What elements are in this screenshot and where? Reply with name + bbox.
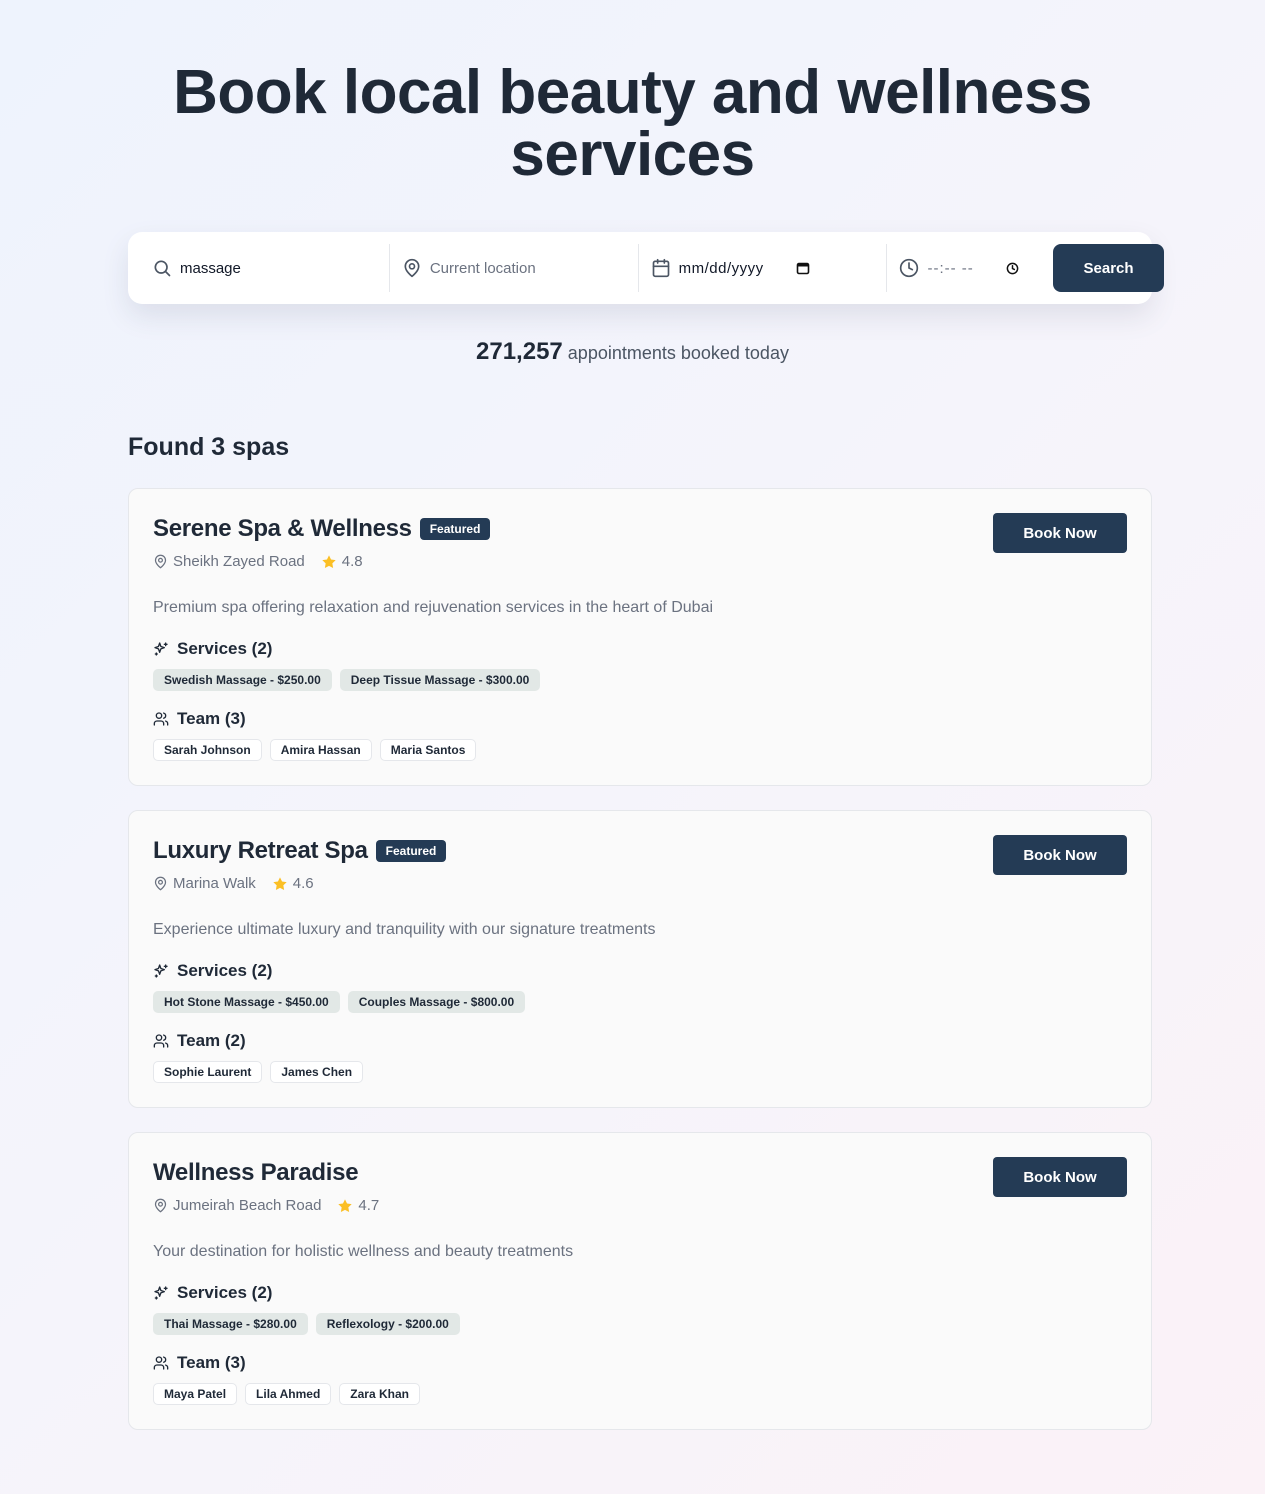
team-member-chip[interactable]: Sarah Johnson (153, 739, 262, 761)
sparkles-icon (153, 963, 169, 979)
spa-meta: Jumeirah Beach Road 4.7 (153, 1197, 379, 1214)
spa-name-row: Serene Spa & Wellness Featured (153, 515, 491, 543)
book-now-button[interactable]: Book Now (993, 513, 1127, 553)
date-picker-icon[interactable] (796, 261, 810, 275)
team-member-chip[interactable]: James Chen (270, 1061, 364, 1083)
service-chip[interactable]: Deep Tissue Massage - $300.00 (339, 669, 541, 691)
hero-title: Book local beauty and wellness services (173, 58, 1092, 189)
services-heading: Services (2) (153, 961, 272, 981)
services-list: Thai Massage - $280.00 Reflexology - $200… (153, 1313, 460, 1335)
search-icon (154, 260, 171, 277)
services-heading-label: Services (2) (177, 639, 273, 658)
service-chip[interactable]: Hot Stone Massage - $450.00 (153, 991, 340, 1013)
spa-meta: Sheikh Zayed Road 4.8 (153, 553, 363, 570)
services-list: Swedish Massage - $250.00 Deep Tissue Mas… (153, 669, 541, 691)
search-button[interactable]: Search (1053, 244, 1165, 292)
spa-name[interactable]: Serene Spa & Wellness (153, 515, 412, 543)
service-chip[interactable]: Swedish Massage - $250.00 (153, 669, 332, 691)
book-now-button[interactable]: Book Now (993, 835, 1127, 875)
team-member-chip[interactable]: Maria Santos (379, 739, 477, 761)
services-heading: Services (2) (153, 1283, 272, 1303)
spa-meta: Marina Walk 4.6 (153, 875, 314, 892)
date-field[interactable]: mm/dd/yyyy (639, 244, 888, 292)
spa-rating: 4.7 (358, 1197, 380, 1214)
services-list: Hot Stone Massage - $450.00 Couples Massa… (153, 991, 526, 1013)
calendar-icon (652, 258, 669, 278)
map-pin-icon (153, 876, 168, 891)
spa-card: Wellness Paradise Jumeirah Beach Road 4.7 Y… (128, 1132, 1152, 1430)
booking-count-label: appointments booked today (567, 343, 789, 363)
spa-location: Jumeirah Beach Road (173, 1197, 322, 1214)
team-member-chip[interactable]: Sophie Laurent (153, 1061, 263, 1083)
services-heading-label: Services (2) (177, 961, 273, 980)
featured-badge: Featured (419, 518, 491, 540)
team-heading-label: Team (2) (177, 1031, 246, 1050)
location-input[interactable]: Current location (430, 260, 536, 277)
spa-location: Marina Walk (173, 875, 256, 892)
map-pin-icon (153, 554, 168, 569)
date-input[interactable]: mm/dd/yyyy (679, 260, 764, 277)
sparkles-icon (153, 641, 169, 657)
location-field[interactable]: Current location (390, 244, 639, 292)
team-member-chip[interactable]: Lila Ahmed (245, 1383, 332, 1405)
team-heading: Team (2) (153, 1031, 246, 1051)
spa-description: Experience ultimate luxury and tranquili… (153, 921, 656, 938)
services-heading-label: Services (2) (177, 1283, 273, 1302)
spa-location: Sheikh Zayed Road (173, 553, 305, 570)
spa-card: Serene Spa & Wellness Featured Sheikh Zaye… (128, 488, 1152, 786)
team-heading-label: Team (3) (177, 709, 246, 728)
service-chip[interactable]: Thai Massage - $280.00 (153, 1313, 308, 1335)
service-chip[interactable]: Reflexology - $200.00 (315, 1313, 460, 1335)
spa-rating: 4.8 (341, 553, 363, 570)
spa-name[interactable]: Luxury Retreat Spa (153, 837, 368, 865)
users-icon (153, 711, 169, 727)
spa-name-row: Wellness Paradise (153, 1159, 359, 1187)
search-bar: massage Current location mm/dd/yyyy --:-… (128, 232, 1165, 304)
team-member-chip[interactable]: Zara Khan (339, 1383, 420, 1405)
team-heading-label: Team (3) (177, 1353, 246, 1372)
star-icon (321, 554, 337, 570)
team-heading: Team (3) (153, 1353, 246, 1373)
team-heading: Team (3) (153, 709, 246, 729)
search-query-field[interactable]: massage (140, 244, 390, 292)
search-query-input[interactable]: massage (180, 260, 241, 277)
booking-count: 271,257 (476, 338, 563, 365)
star-icon (337, 1198, 353, 1214)
team-member-chip[interactable]: Amira Hassan (269, 739, 372, 761)
spa-rating: 4.6 (292, 875, 314, 892)
users-icon (153, 1355, 169, 1371)
service-chip[interactable]: Couples Massage - $800.00 (347, 991, 526, 1013)
team-list: Sarah Johnson Amira Hassan Maria Santos (153, 739, 477, 761)
team-list: Maya Patel Lila Ahmed Zara Khan (153, 1383, 420, 1405)
users-icon (153, 1033, 169, 1049)
star-icon (272, 876, 288, 892)
results-heading: Found 3 spas (128, 433, 290, 461)
clock-icon (900, 258, 919, 278)
time-picker-icon[interactable] (1006, 262, 1019, 275)
spa-description: Your destination for holistic wellness a… (153, 1243, 574, 1260)
services-heading: Services (2) (153, 639, 272, 659)
team-member-chip[interactable]: Maya Patel (153, 1383, 238, 1405)
time-input[interactable]: --:-- -- (927, 260, 973, 277)
booking-stats: 271,257 appointments booked today (0, 338, 1265, 366)
sparkles-icon (153, 1285, 169, 1301)
map-pin-icon (404, 258, 420, 278)
spa-description: Premium spa offering relaxation and reju… (153, 599, 714, 616)
spa-name[interactable]: Wellness Paradise (153, 1159, 359, 1187)
featured-badge: Featured (375, 840, 447, 862)
map-pin-icon (153, 1198, 168, 1213)
spa-card: Luxury Retreat Spa Featured Marina Walk 4.6… (128, 810, 1152, 1108)
spa-name-row: Luxury Retreat Spa Featured (153, 837, 447, 865)
time-field[interactable]: --:-- -- (887, 244, 1039, 292)
team-list: Sophie Laurent James Chen (153, 1061, 364, 1083)
book-now-button[interactable]: Book Now (993, 1157, 1127, 1197)
